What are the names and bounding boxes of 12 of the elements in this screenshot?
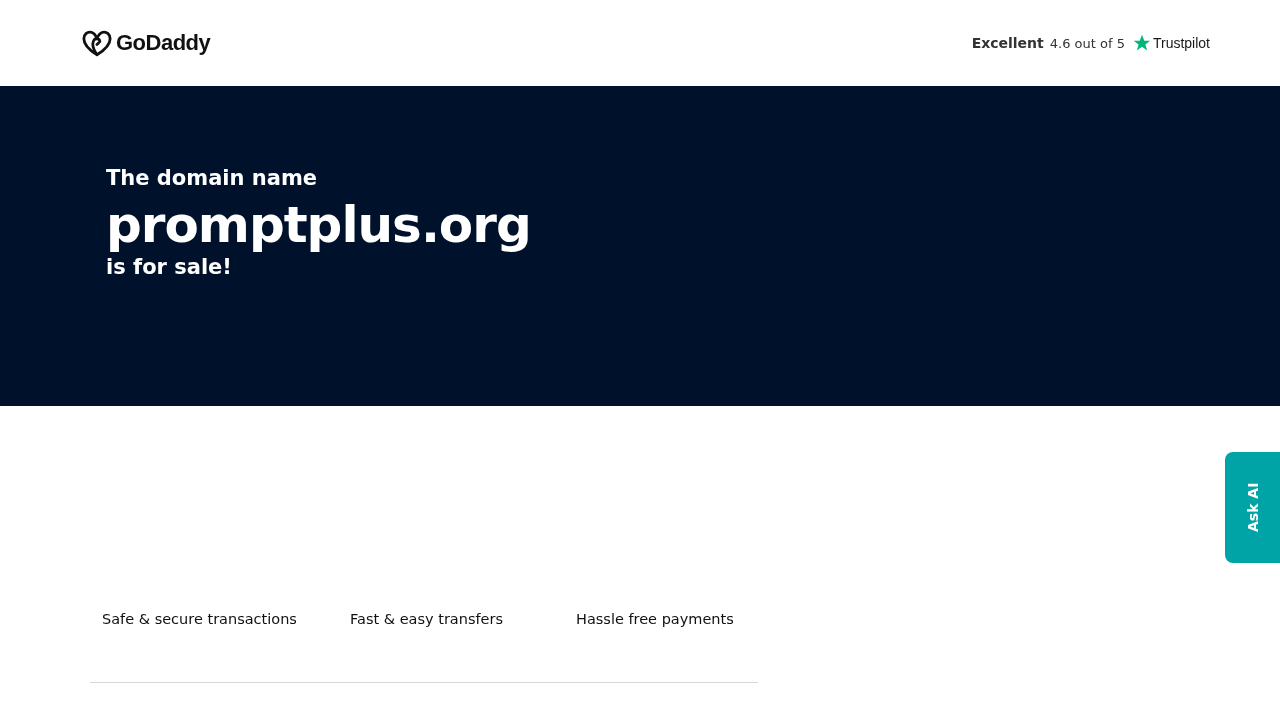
hero-intro: The domain name [106, 166, 319, 190]
rating-score: 4.6 out of 5 [1049, 35, 1125, 51]
hero-outro: is for sale! [106, 255, 233, 279]
star-icon [1132, 34, 1151, 52]
feature-text: Hassle free payments [576, 611, 734, 627]
feature-text: Fast & easy transfers [350, 611, 505, 627]
rating-label: Excellent [971, 35, 1044, 51]
trustpilot-wordmark: Trustpilot [1152, 35, 1210, 51]
logo-wordmark[interactable]: GoDaddy [116, 30, 211, 56]
heart-logo-icon [82, 29, 112, 57]
domain-name: promptplus.org [106, 198, 532, 253]
feature-text: Safe & secure transactions [102, 611, 298, 627]
